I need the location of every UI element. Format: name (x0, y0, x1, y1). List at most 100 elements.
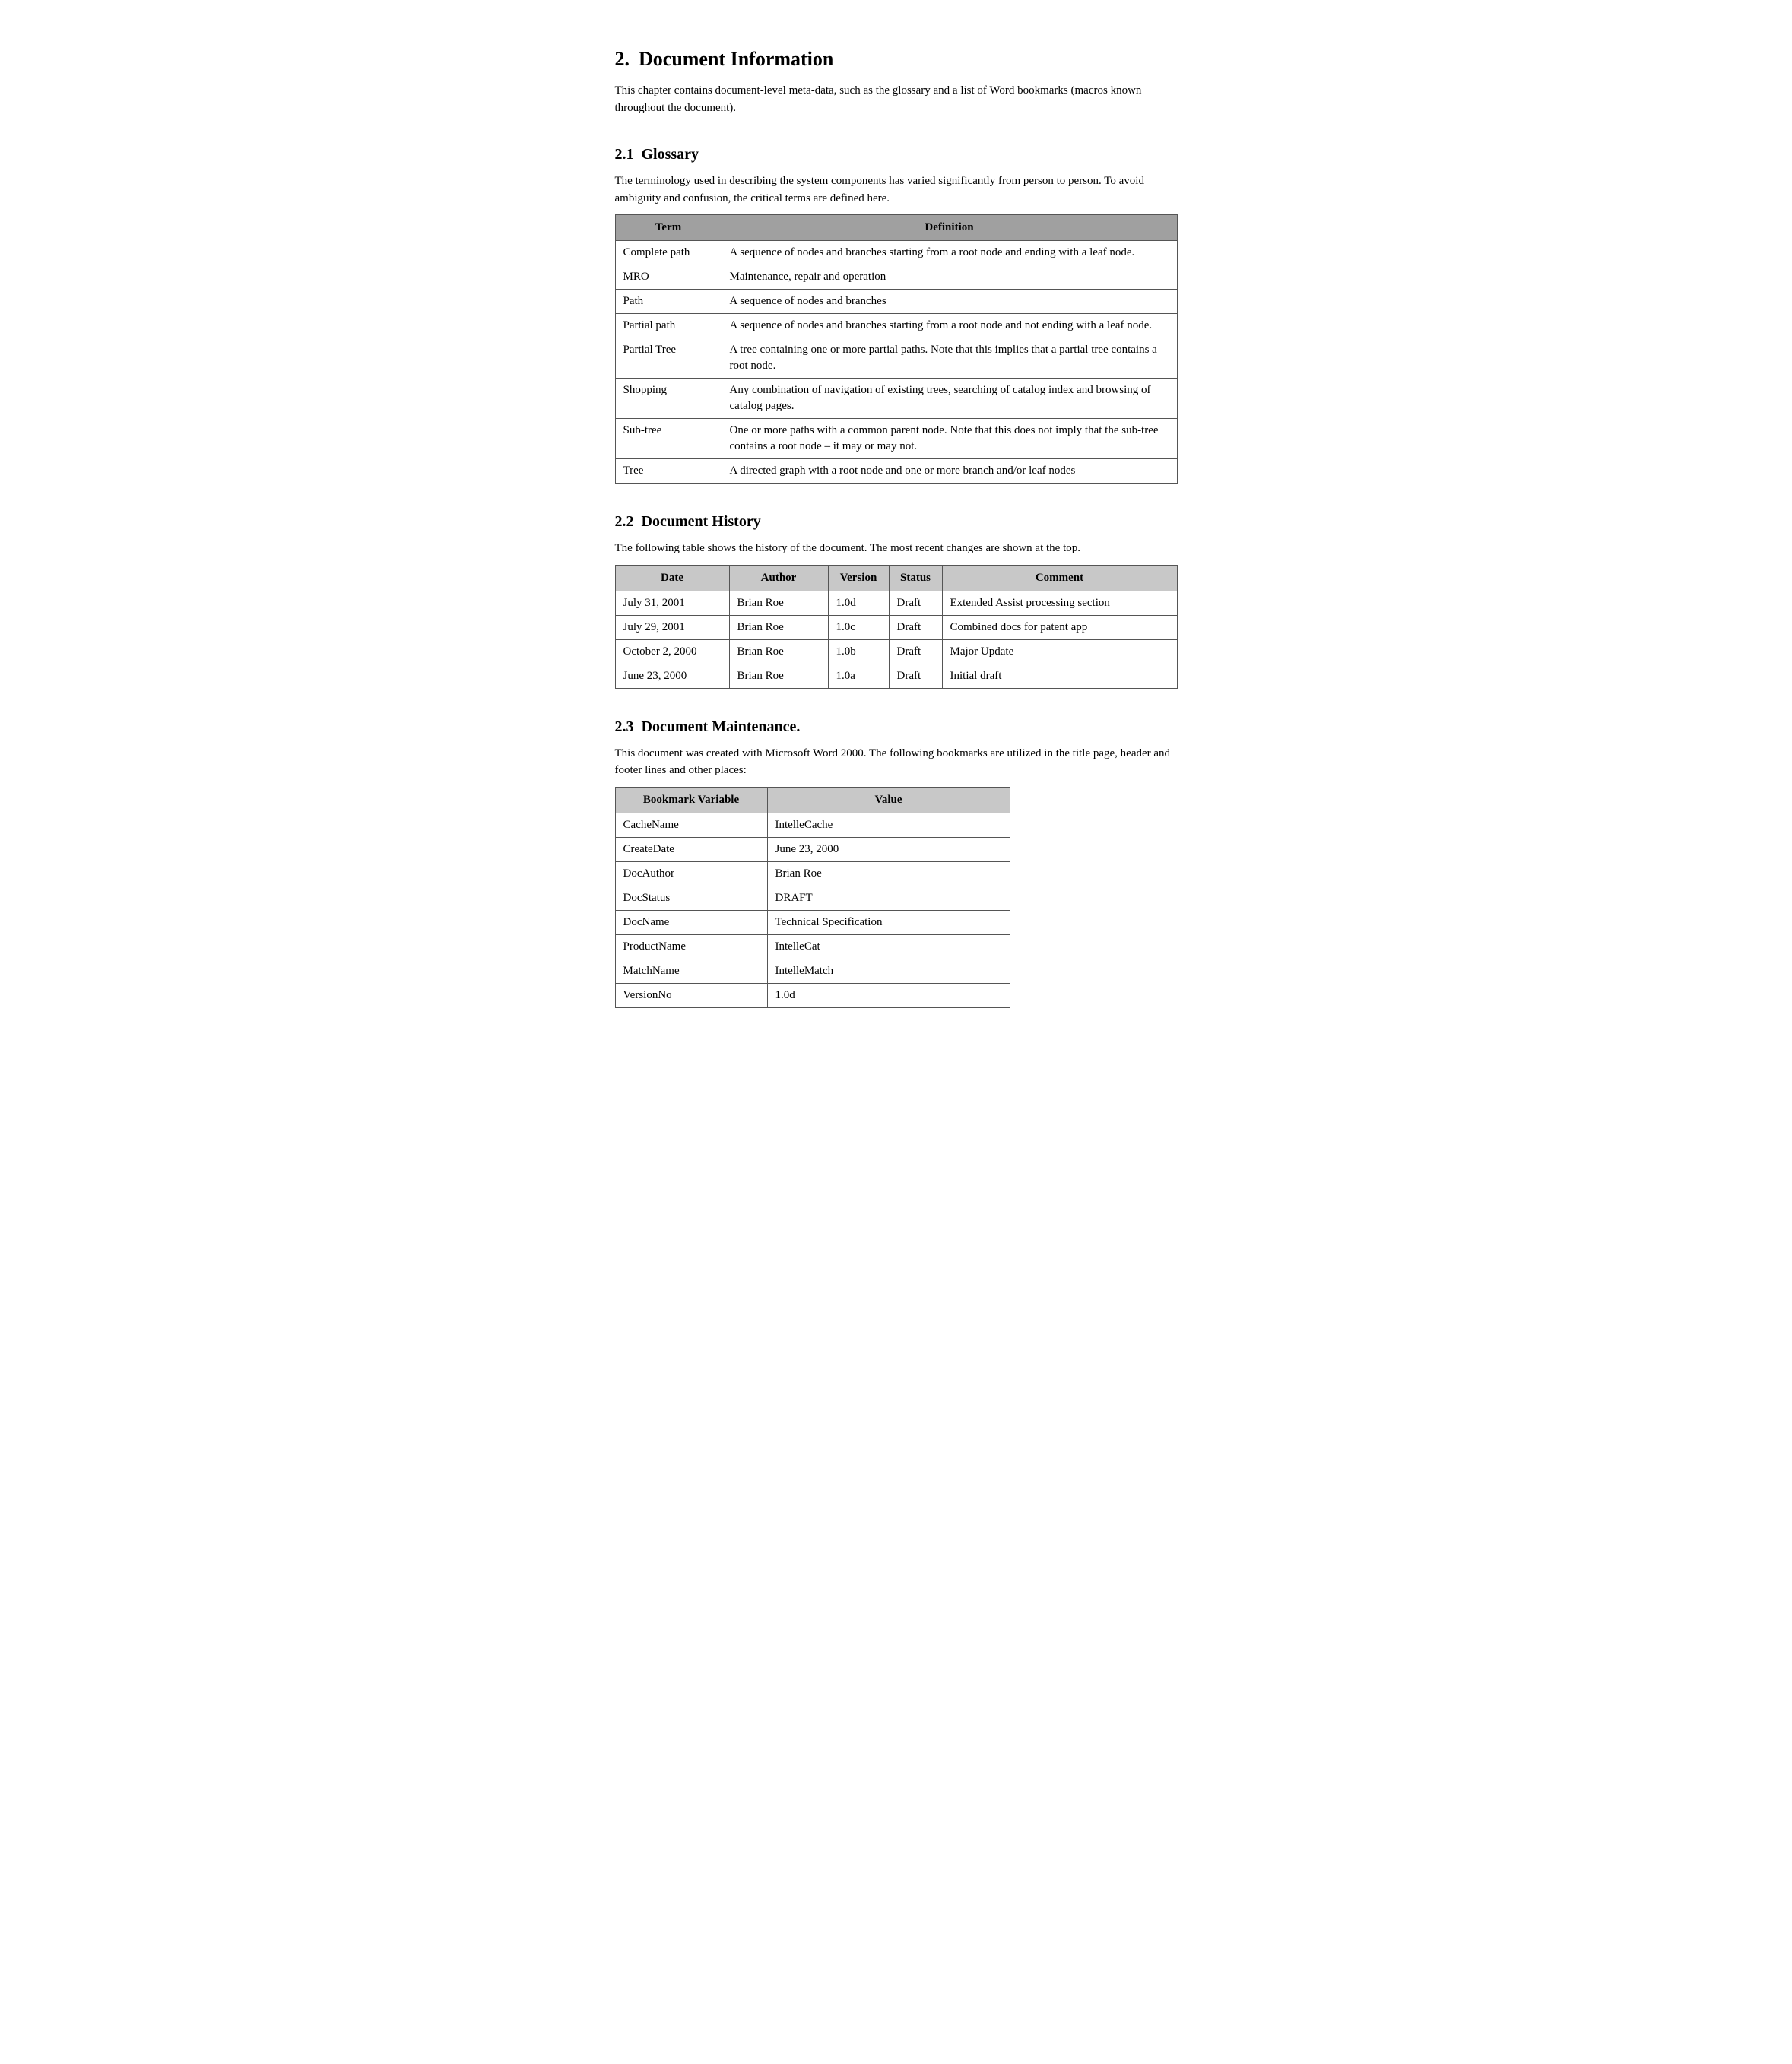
glossary-term-cell: Path (615, 290, 722, 314)
subsection-2-2-title: Document History (642, 513, 761, 530)
history-author-cell: Brian Roe (729, 639, 828, 664)
bookmark-var-cell: DocAuthor (615, 861, 767, 886)
glossary-table-row: Complete path A sequence of nodes and br… (615, 241, 1177, 265)
glossary-col-term-header: Term (615, 215, 722, 241)
bookmark-var-cell: CreateDate (615, 837, 767, 861)
glossary-def-cell: Maintenance, repair and operation (722, 265, 1177, 290)
bookmark-val-cell: IntelleCache (767, 813, 1010, 837)
subsection-2-1-number: 2.1 (615, 146, 634, 163)
history-col-date-header: Date (615, 565, 729, 591)
bookmark-table-row: VersionNo 1.0d (615, 983, 1010, 1007)
bookmark-table-row: ProductName IntelleCat (615, 934, 1010, 959)
bookmark-table-row: MatchName IntelleMatch (615, 959, 1010, 983)
history-status-cell: Draft (889, 591, 942, 615)
bookmark-var-cell: DocName (615, 910, 767, 934)
glossary-def-cell: A sequence of nodes and branches startin… (722, 241, 1177, 265)
subsection-2-3-number: 2.3 (615, 718, 634, 735)
bookmark-val-cell: June 23, 2000 (767, 837, 1010, 861)
history-author-cell: Brian Roe (729, 615, 828, 639)
glossary-def-cell: A directed graph with a root node and on… (722, 459, 1177, 484)
section-number: 2. (615, 48, 630, 70)
subsection-2-1-heading: 2.1 Glossary (615, 144, 1178, 165)
bookmark-val-cell: 1.0d (767, 983, 1010, 1007)
history-comment-cell: Combined docs for patent app (942, 615, 1177, 639)
glossary-def-cell: A sequence of nodes and branches (722, 290, 1177, 314)
history-comment-cell: Initial draft (942, 664, 1177, 688)
maintenance-intro: This document was created with Microsoft… (615, 745, 1178, 779)
glossary-term-cell: Tree (615, 459, 722, 484)
history-col-author-header: Author (729, 565, 828, 591)
subsection-2-3-heading: 2.3 Document Maintenance. (615, 716, 1178, 737)
glossary-table-row: Tree A directed graph with a root node a… (615, 459, 1177, 484)
history-table-header-row: Date Author Version Status Comment (615, 565, 1177, 591)
bookmark-table-row: DocStatus DRAFT (615, 886, 1010, 910)
glossary-table-header-row: Term Definition (615, 215, 1177, 241)
history-table-row: October 2, 2000 Brian Roe 1.0b Draft Maj… (615, 639, 1177, 664)
glossary-term-cell: Complete path (615, 241, 722, 265)
history-version-cell: 1.0a (828, 664, 889, 688)
bookmark-table-row: DocName Technical Specification (615, 910, 1010, 934)
bookmark-var-cell: MatchName (615, 959, 767, 983)
history-intro: The following table shows the history of… (615, 540, 1178, 557)
glossary-table: Term Definition Complete path A sequence… (615, 214, 1178, 484)
history-version-cell: 1.0b (828, 639, 889, 664)
history-date-cell: June 23, 2000 (615, 664, 729, 688)
history-author-cell: Brian Roe (729, 591, 828, 615)
history-status-cell: Draft (889, 664, 942, 688)
glossary-table-row: Path A sequence of nodes and branches (615, 290, 1177, 314)
history-author-cell: Brian Roe (729, 664, 828, 688)
bookmark-table-row: CacheName IntelleCache (615, 813, 1010, 837)
subsection-2-1-title: Glossary (642, 146, 699, 163)
glossary-table-row: Sub-tree One or more paths with a common… (615, 419, 1177, 459)
bookmark-table-row: CreateDate June 23, 2000 (615, 837, 1010, 861)
bookmark-val-cell: IntelleCat (767, 934, 1010, 959)
glossary-def-cell: A tree containing one or more partial pa… (722, 338, 1177, 379)
glossary-term-cell: Sub-tree (615, 419, 722, 459)
history-col-status-header: Status (889, 565, 942, 591)
bookmark-var-cell: DocStatus (615, 886, 767, 910)
subsection-2-2-number: 2.2 (615, 513, 634, 530)
history-col-version-header: Version (828, 565, 889, 591)
bookmark-col-var-header: Bookmark Variable (615, 787, 767, 813)
history-date-cell: July 31, 2001 (615, 591, 729, 615)
glossary-col-def-header: Definition (722, 215, 1177, 241)
glossary-table-row: Shopping Any combination of navigation o… (615, 379, 1177, 419)
bookmark-table-header-row: Bookmark Variable Value (615, 787, 1010, 813)
section-title-text: Document Information (639, 48, 833, 70)
bookmark-table: Bookmark Variable Value CacheName Intell… (615, 787, 1010, 1008)
glossary-table-row: MRO Maintenance, repair and operation (615, 265, 1177, 290)
bookmark-var-cell: ProductName (615, 934, 767, 959)
glossary-def-cell: A sequence of nodes and branches startin… (722, 314, 1177, 338)
history-table: Date Author Version Status Comment July … (615, 565, 1178, 689)
bookmark-var-cell: VersionNo (615, 983, 767, 1007)
section-intro: This chapter contains document-level met… (615, 82, 1178, 116)
bookmark-val-cell: DRAFT (767, 886, 1010, 910)
history-table-row: June 23, 2000 Brian Roe 1.0a Draft Initi… (615, 664, 1177, 688)
glossary-table-row: Partial path A sequence of nodes and bra… (615, 314, 1177, 338)
history-version-cell: 1.0d (828, 591, 889, 615)
bookmark-col-val-header: Value (767, 787, 1010, 813)
history-status-cell: Draft (889, 639, 942, 664)
bookmark-table-row: DocAuthor Brian Roe (615, 861, 1010, 886)
subsection-2-2-heading: 2.2 Document History (615, 511, 1178, 532)
glossary-intro: The terminology used in describing the s… (615, 173, 1178, 207)
history-comment-cell: Major Update (942, 639, 1177, 664)
bookmark-val-cell: IntelleMatch (767, 959, 1010, 983)
history-table-row: July 29, 2001 Brian Roe 1.0c Draft Combi… (615, 615, 1177, 639)
glossary-term-cell: Shopping (615, 379, 722, 419)
subsection-2-3-title: Document Maintenance. (642, 718, 801, 735)
bookmark-val-cell: Brian Roe (767, 861, 1010, 886)
history-status-cell: Draft (889, 615, 942, 639)
history-table-row: July 31, 2001 Brian Roe 1.0d Draft Exten… (615, 591, 1177, 615)
history-col-comment-header: Comment (942, 565, 1177, 591)
section-heading: 2. Document Information (615, 46, 1178, 73)
history-date-cell: October 2, 2000 (615, 639, 729, 664)
bookmark-val-cell: Technical Specification (767, 910, 1010, 934)
history-date-cell: July 29, 2001 (615, 615, 729, 639)
history-version-cell: 1.0c (828, 615, 889, 639)
glossary-table-row: Partial Tree A tree containing one or mo… (615, 338, 1177, 379)
bookmark-var-cell: CacheName (615, 813, 767, 837)
glossary-term-cell: MRO (615, 265, 722, 290)
history-comment-cell: Extended Assist processing section (942, 591, 1177, 615)
glossary-def-cell: Any combination of navigation of existin… (722, 379, 1177, 419)
